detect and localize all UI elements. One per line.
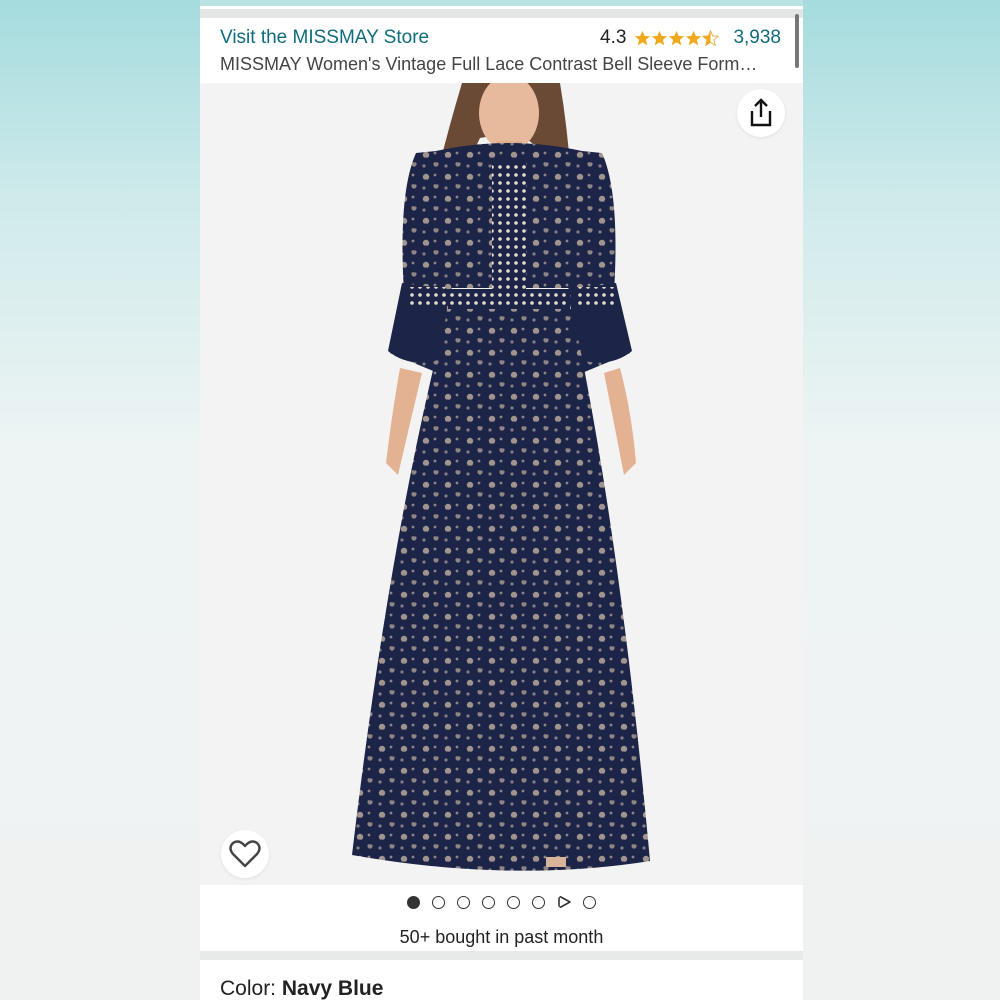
star-rating <box>634 29 720 47</box>
wishlist-button[interactable] <box>221 830 269 878</box>
color-value: Navy Blue <box>281 977 384 1000</box>
star-half-icon <box>702 29 720 46</box>
pagination-dot[interactable] <box>532 895 545 909</box>
background-left <box>0 0 200 1000</box>
pagination-dot[interactable] <box>432 895 445 909</box>
product-image[interactable] <box>200 83 803 885</box>
top-divider <box>200 9 803 18</box>
share-button[interactable] <box>737 89 785 137</box>
section-divider <box>200 951 803 960</box>
scrollbar[interactable] <box>795 14 799 68</box>
image-pagination <box>200 895 803 909</box>
play-icon[interactable] <box>557 895 571 909</box>
pagination-dot[interactable] <box>482 895 495 909</box>
background-right <box>800 0 1000 1000</box>
share-icon <box>750 98 772 127</box>
color-selection: Color: Navy Blue <box>220 977 383 1000</box>
product-title[interactable]: MISSMAY Women's Vintage Full Lace Contra… <box>220 54 785 75</box>
dress-photo <box>352 83 650 871</box>
pagination-dot[interactable] <box>507 895 520 909</box>
store-link[interactable]: Visit the MISSMAY Store <box>220 27 429 49</box>
top-strip <box>200 0 803 6</box>
rating-summary[interactable]: 4.3 3,938 <box>600 27 781 49</box>
pagination-dot[interactable] <box>583 895 596 909</box>
star-icon <box>652 30 668 45</box>
product-page: Visit the MISSMAY Store 4.3 3,938 MISSMA… <box>200 0 803 1000</box>
bought-count: 50+ bought in past month <box>399 927 604 947</box>
heart-icon <box>229 840 261 868</box>
rating-value: 4.3 <box>600 27 627 48</box>
pagination-dot-active[interactable] <box>407 895 420 909</box>
pagination-dot[interactable] <box>457 895 470 909</box>
star-icon <box>686 30 702 45</box>
star-icon <box>669 30 685 45</box>
review-count-link[interactable]: 3,938 <box>733 27 781 49</box>
star-icon <box>635 30 651 45</box>
color-label: Color: <box>220 977 282 1000</box>
